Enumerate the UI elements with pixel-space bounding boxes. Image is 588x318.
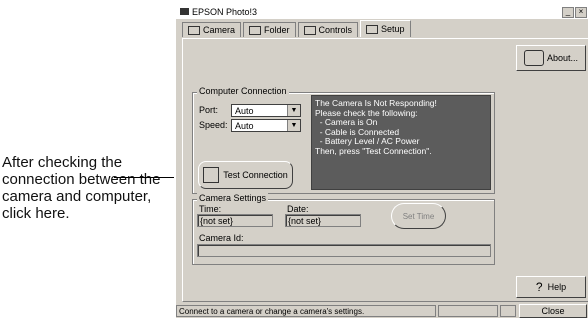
app-window: EPSON Photo!3 _ × Camera Folder Controls… [175,4,588,318]
question-icon: ? [535,280,543,294]
chevron-down-icon: ▼ [287,105,300,116]
date-label: Date: [287,204,309,214]
camera-id-label: Camera Id: [199,233,244,243]
minimize-button[interactable]: _ [562,7,574,18]
window-title: EPSON Photo!3 [192,7,258,17]
tab-bar: Camera Folder Controls Setup [182,20,413,38]
port-label: Port: [199,105,219,115]
folder-icon [249,25,262,35]
setup-panel: About... Computer Connection Port: Auto ▼… [182,38,588,302]
test-connection-button[interactable]: Test Connection [198,161,293,189]
help-button[interactable]: ? Help [516,276,586,298]
chevron-down-icon: ▼ [287,120,300,131]
app-icon [180,8,189,15]
time-field: {not set} [197,214,273,227]
status-pane-small [500,305,516,317]
callout-text: After checking the connection between th… [2,154,161,222]
computer-icon [203,167,220,183]
camera-settings-legend: Camera Settings [197,193,269,203]
status-bar: Connect to a camera or change a camera's… [176,305,436,317]
speed-select[interactable]: Auto ▼ [231,119,301,132]
time-label: Time: [199,204,222,214]
about-icon [523,50,544,66]
callout-leader-line [114,177,174,178]
set-time-button[interactable]: Set Time [391,203,446,229]
camera-settings-group: Camera Settings Time: {not set} Date: {n… [192,193,495,265]
status-pane [438,305,498,317]
computer-connection-group: Computer Connection Port: Auto ▼ Speed: A… [192,86,495,194]
close-button[interactable]: Close [519,304,587,318]
about-button[interactable]: About... [516,45,586,71]
tab-camera[interactable]: Camera [182,22,242,37]
speed-label: Speed: [199,120,228,130]
title-bar: EPSON Photo!3 _ × [176,5,588,19]
camera-id-field [197,244,491,257]
tab-controls[interactable]: Controls [297,22,359,37]
connection-message: The Camera Is Not Responding! Please che… [311,95,491,190]
date-field: {not set} [285,214,361,227]
tab-setup[interactable]: Setup [360,20,411,37]
controls-icon [303,25,316,35]
computer-connection-legend: Computer Connection [197,86,289,96]
camera-icon [188,25,200,35]
setup-icon [366,24,379,34]
port-select[interactable]: Auto ▼ [231,104,301,117]
close-window-button[interactable]: × [575,7,587,18]
tab-folder[interactable]: Folder [243,22,296,37]
